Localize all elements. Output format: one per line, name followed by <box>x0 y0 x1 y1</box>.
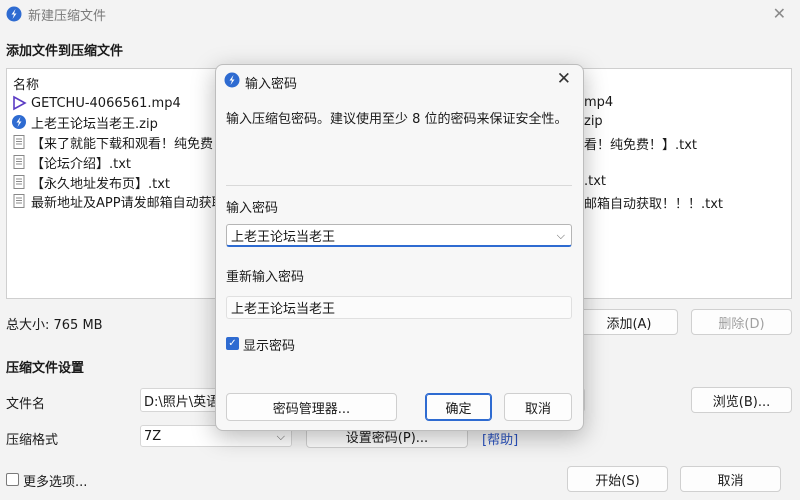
add-files-heading: 添加文件到压缩文件 <box>6 44 124 59</box>
add-button[interactable]: 添加(A) <box>580 309 678 335</box>
text-file-icon <box>13 155 25 169</box>
settings-heading: 压缩文件设置 <box>6 361 85 376</box>
show-password-checkbox[interactable]: ✓ <box>226 337 239 350</box>
file-list-item[interactable]: GETCHU-4066561.mp4 <box>11 94 181 112</box>
password-dialog: 输入密码 ✕ 输入压缩包密码。建议使用至少 8 位的密码来保证安全性。 输入密码… <box>215 64 584 431</box>
text-file-icon <box>13 135 25 149</box>
file-list-item[interactable]: 最新地址及APP请发邮箱自动获取 <box>11 192 225 211</box>
zip-file-icon <box>12 115 26 129</box>
text-file-icon <box>13 194 25 208</box>
show-password-label[interactable]: 显示密码 <box>243 335 295 354</box>
dialog-divider <box>226 185 572 186</box>
more-options-checkbox[interactable] <box>6 473 19 486</box>
video-file-icon <box>13 95 27 111</box>
dialog-cancel-button[interactable]: 取消 <box>504 393 572 421</box>
start-button[interactable]: 开始(S) <box>567 466 668 492</box>
chevron-down-icon: ⌵ <box>276 430 285 443</box>
delete-button[interactable]: 删除(D) <box>691 309 792 335</box>
main-cancel-button[interactable]: 取消 <box>680 466 781 492</box>
password-label: 输入密码 <box>226 201 279 216</box>
dialog-close-icon[interactable]: ✕ <box>557 69 571 89</box>
file-name-tail: mp4 <box>584 95 614 110</box>
window-close-icon[interactable]: ✕ <box>773 4 786 23</box>
help-link[interactable]: [帮助] <box>482 429 518 448</box>
app-logo-icon <box>224 72 240 88</box>
reenter-password-input[interactable]: 上老王论坛当老王 <box>226 296 572 319</box>
file-name-tail: .txt <box>584 174 607 189</box>
password-manager-button[interactable]: 密码管理器... <box>226 393 397 421</box>
chevron-down-icon[interactable]: ⌵ <box>557 229 565 243</box>
ok-button[interactable]: 确定 <box>425 393 492 421</box>
format-label: 压缩格式 <box>6 433 59 448</box>
file-name-tail: 看！纯免费！】.txt <box>584 138 698 153</box>
name-column-header[interactable]: 名称 <box>13 74 39 93</box>
app-logo-icon <box>6 6 22 22</box>
dialog-title: 输入密码 <box>245 77 298 92</box>
file-list-item[interactable]: 【论坛介绍】.txt <box>11 153 131 172</box>
file-name-tail: 邮箱自动获取！！！.txt <box>584 197 724 212</box>
total-size-text: 总大小: 765 MB <box>6 318 103 333</box>
window-title: 新建压缩文件 <box>28 8 107 24</box>
filename-label: 文件名 <box>6 397 46 412</box>
more-options-label[interactable]: 更多选项... <box>23 471 87 490</box>
reenter-password-label: 重新输入密码 <box>226 270 305 285</box>
file-name-tail: zip <box>584 114 603 129</box>
dialog-message: 输入压缩包密码。建议使用至少 8 位的密码来保证安全性。 <box>226 112 568 127</box>
title-bar: 新建压缩文件 ✕ <box>0 0 800 28</box>
file-list-item[interactable]: 【永久地址发布页】.txt <box>11 173 170 192</box>
browse-button[interactable]: 浏览(B)... <box>691 387 792 413</box>
file-list-item[interactable]: 上老王论坛当老王.zip <box>11 113 158 132</box>
text-file-icon <box>13 175 25 189</box>
password-combo[interactable]: 上老王论坛当老王 ⌵ <box>226 224 572 247</box>
file-list-item[interactable]: 【来了就能下载和观看！纯免费！ <box>11 133 226 152</box>
